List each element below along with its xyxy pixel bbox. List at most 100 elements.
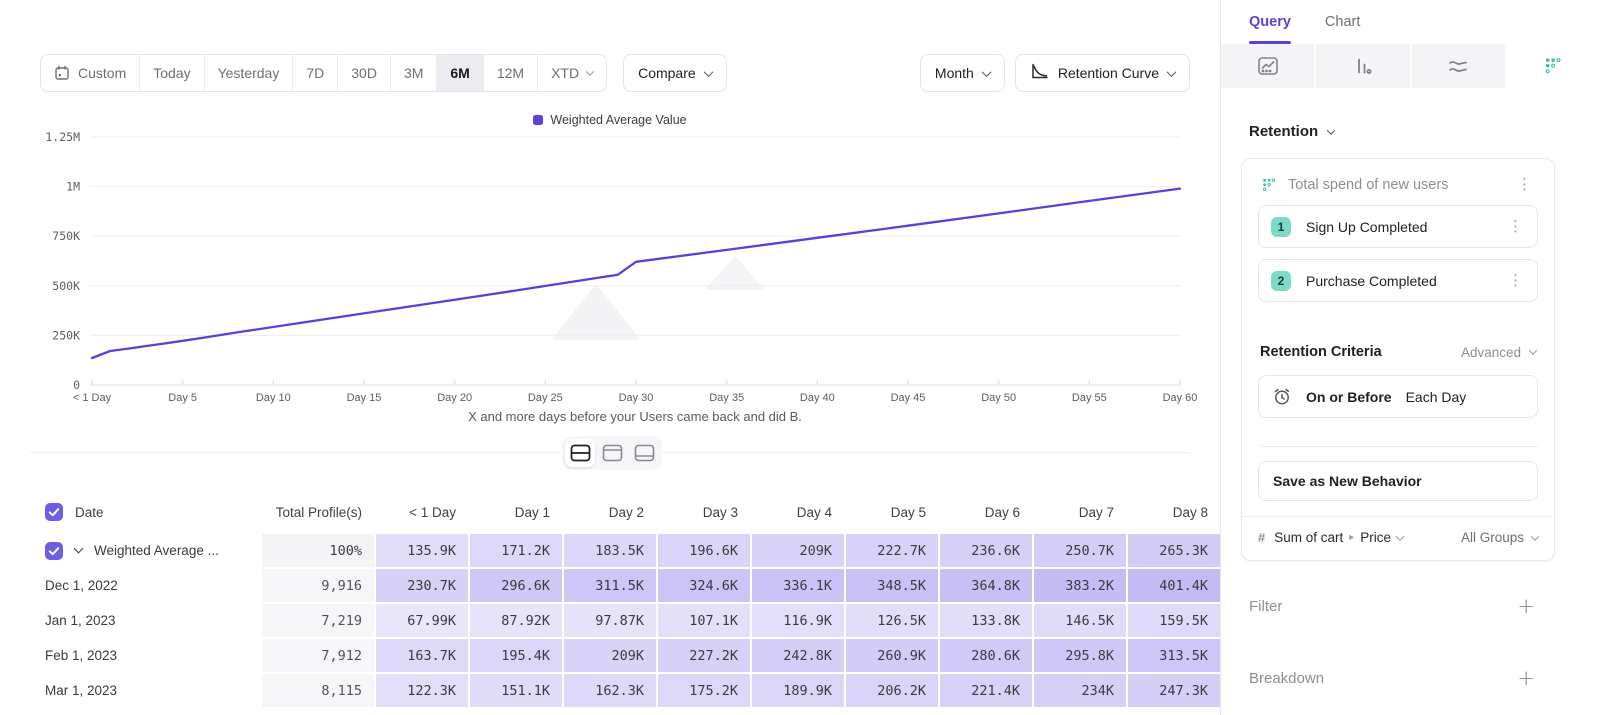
- retention-value-cell[interactable]: 401.4K: [1128, 569, 1220, 602]
- advanced-dropdown[interactable]: Advanced: [1461, 345, 1536, 360]
- retention-value-cell[interactable]: 234K: [1034, 674, 1126, 707]
- column-header[interactable]: Total Profile(s): [262, 492, 374, 532]
- range-6m[interactable]: 6M: [437, 55, 483, 91]
- retention-report-icon[interactable]: [1507, 44, 1600, 88]
- column-header[interactable]: Date: [30, 492, 260, 532]
- retention-value-cell[interactable]: 324.6K: [658, 569, 750, 602]
- retention-value-cell[interactable]: 206.2K: [846, 674, 938, 707]
- row-label-cell[interactable]: Jan 1, 2023: [30, 604, 260, 637]
- retention-value-cell[interactable]: 107.1K: [658, 604, 750, 637]
- retention-value-cell[interactable]: 151.1K: [470, 674, 562, 707]
- retention-value-cell[interactable]: 260.9K: [846, 639, 938, 672]
- retention-value-cell[interactable]: 242.8K: [752, 639, 844, 672]
- retention-value-cell[interactable]: 295.8K: [1034, 639, 1126, 672]
- column-header[interactable]: Day 4: [752, 492, 844, 532]
- checkbox-checked[interactable]: [45, 542, 63, 560]
- retention-value-cell[interactable]: 135.9K: [376, 534, 468, 567]
- column-header[interactable]: Day 6: [940, 492, 1032, 532]
- table-only-toggle[interactable]: [629, 439, 659, 467]
- each-day-label[interactable]: Each Day: [1406, 389, 1467, 405]
- retention-criteria-control[interactable]: On or Before Each Day: [1258, 375, 1538, 418]
- chevron-down-icon[interactable]: [74, 544, 84, 554]
- retention-value-cell[interactable]: 171.2K: [470, 534, 562, 567]
- tab-query[interactable]: Query: [1249, 0, 1291, 44]
- column-header[interactable]: Day 7: [1034, 492, 1126, 532]
- column-header[interactable]: Day 1: [470, 492, 562, 532]
- range-xtd[interactable]: XTD: [538, 55, 606, 91]
- retention-value-cell[interactable]: 209K: [752, 534, 844, 567]
- chart-type-button[interactable]: Retention Curve: [1015, 54, 1190, 92]
- retention-value-cell[interactable]: 159.5K: [1128, 604, 1220, 637]
- step-sign-up-completed[interactable]: 1 Sign Up Completed ⋮: [1258, 205, 1538, 248]
- column-header[interactable]: Day 3: [658, 492, 750, 532]
- retention-value-cell[interactable]: 195.4K: [470, 639, 562, 672]
- range-7d[interactable]: 7D: [293, 55, 338, 91]
- column-header[interactable]: Day 8: [1128, 492, 1220, 532]
- retention-value-cell[interactable]: 146.5K: [1034, 604, 1126, 637]
- split-view-toggle[interactable]: [565, 439, 595, 467]
- retention-value-cell[interactable]: 126.5K: [846, 604, 938, 637]
- tab-chart[interactable]: Chart: [1325, 0, 1360, 44]
- retention-value-cell[interactable]: 116.9K: [752, 604, 844, 637]
- retention-value-cell[interactable]: 265.3K: [1128, 534, 1220, 567]
- retention-value-cell[interactable]: 221.4K: [940, 674, 1032, 707]
- insights-report-icon[interactable]: [1221, 44, 1314, 88]
- retention-value-cell[interactable]: 67.99K: [376, 604, 468, 637]
- compare-button[interactable]: Compare: [623, 54, 727, 92]
- retention-value-cell[interactable]: 196.6K: [658, 534, 750, 567]
- retention-value-cell[interactable]: 383.2K: [1034, 569, 1126, 602]
- retention-value-cell[interactable]: 250.7K: [1034, 534, 1126, 567]
- range-30d[interactable]: 30D: [338, 55, 391, 91]
- retention-value-cell[interactable]: 313.5K: [1128, 639, 1220, 672]
- add-breakdown-button[interactable]: +: [1517, 668, 1535, 689]
- on-or-before-label[interactable]: On or Before: [1306, 389, 1392, 405]
- retention-value-cell[interactable]: 189.9K: [752, 674, 844, 707]
- row-label-cell[interactable]: Dec 1, 2022: [30, 569, 260, 602]
- retention-value-cell[interactable]: 163.7K: [376, 639, 468, 672]
- range-today[interactable]: Today: [140, 55, 204, 91]
- row-label-cell[interactable]: Feb 1, 2023: [30, 639, 260, 672]
- retention-section-heading[interactable]: Retention: [1249, 123, 1334, 140]
- retention-value-cell[interactable]: 236.6K: [940, 534, 1032, 567]
- row-label-cell[interactable]: Mar 1, 2023: [30, 674, 260, 707]
- retention-value-cell[interactable]: 222.7K: [846, 534, 938, 567]
- column-header[interactable]: Day 5: [846, 492, 938, 532]
- retention-value-cell[interactable]: 227.2K: [658, 639, 750, 672]
- column-header[interactable]: < 1 Day: [376, 492, 468, 532]
- range-custom[interactable]: Custom: [41, 55, 140, 91]
- retention-value-cell[interactable]: 87.92K: [470, 604, 562, 637]
- retention-value-cell[interactable]: 122.3K: [376, 674, 468, 707]
- behavior-title[interactable]: Total spend of new users: [1288, 177, 1448, 193]
- granularity-button[interactable]: Month: [920, 54, 1005, 92]
- retention-value-cell[interactable]: 364.8K: [940, 569, 1032, 602]
- retention-value-cell[interactable]: 296.6K: [470, 569, 562, 602]
- bar-report-icon[interactable]: [1316, 44, 1409, 88]
- kebab-menu-icon[interactable]: ⋮: [1504, 217, 1527, 236]
- retention-value-cell[interactable]: 175.2K: [658, 674, 750, 707]
- chart-legend[interactable]: Weighted Average Value: [0, 113, 1220, 127]
- step-purchase-completed[interactable]: 2 Purchase Completed ⋮: [1258, 259, 1538, 302]
- range-3m[interactable]: 3M: [391, 55, 437, 91]
- kebab-menu-icon[interactable]: ⋮: [1513, 175, 1536, 194]
- retention-value-cell[interactable]: 183.5K: [564, 534, 656, 567]
- save-as-new-behavior-button[interactable]: Save as New Behavior: [1258, 461, 1538, 501]
- chart-only-toggle[interactable]: [597, 439, 627, 467]
- retention-value-cell[interactable]: 247.3K: [1128, 674, 1220, 707]
- retention-value-cell[interactable]: 280.6K: [940, 639, 1032, 672]
- row-label-cell[interactable]: Weighted Average ...: [30, 534, 260, 567]
- range-12m[interactable]: 12M: [484, 55, 538, 91]
- retention-value-cell[interactable]: 162.3K: [564, 674, 656, 707]
- kebab-menu-icon[interactable]: ⋮: [1504, 271, 1527, 290]
- retention-value-cell[interactable]: 230.7K: [376, 569, 468, 602]
- retention-value-cell[interactable]: 97.87K: [564, 604, 656, 637]
- column-header[interactable]: Day 2: [564, 492, 656, 532]
- groups-dropdown[interactable]: All Groups: [1461, 530, 1538, 545]
- checkbox-checked[interactable]: [45, 503, 63, 521]
- measure-dropdown[interactable]: Sum of cart ▸ Price: [1274, 530, 1403, 545]
- retention-line-chart[interactable]: 1.25M1M750K500K250K0< 1 DayDay 5Day 10Da…: [0, 128, 1220, 408]
- retention-value-cell[interactable]: 209K: [564, 639, 656, 672]
- retention-value-cell[interactable]: 133.8K: [940, 604, 1032, 637]
- flows-report-icon[interactable]: [1412, 44, 1505, 88]
- retention-value-cell[interactable]: 311.5K: [564, 569, 656, 602]
- range-yesterday[interactable]: Yesterday: [205, 55, 294, 91]
